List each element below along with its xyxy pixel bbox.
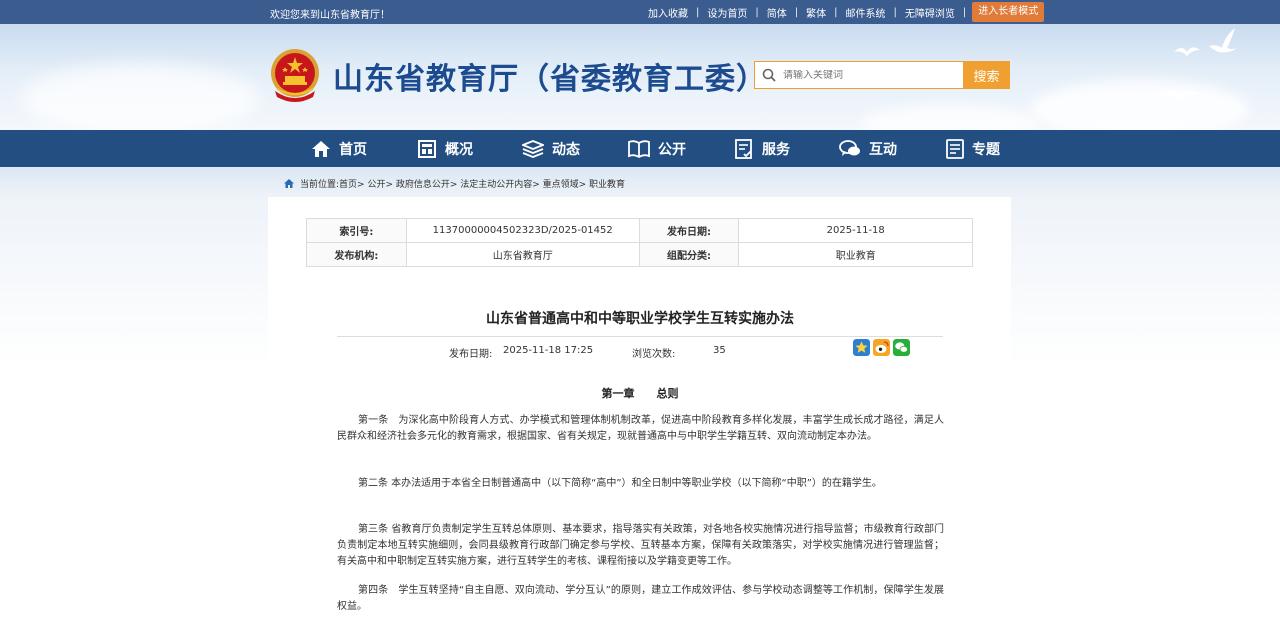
article-paragraph: 第一条 为深化高中阶段育人方式、办学模式和管理体制机制改革，促进高中阶段教育多样… <box>337 415 944 442</box>
nav-label: 动态 <box>552 141 580 158</box>
home-icon <box>284 179 294 188</box>
date-label: 发布日期: <box>638 218 740 243</box>
cloud-decoration <box>20 64 260 130</box>
chapter-heading: 第一章 总则 <box>601 387 679 400</box>
top-links: 加入收藏 | 设为首页 | 简体 | 繁体 | 邮件系统 | 无障碍浏览 | 进… <box>640 2 1045 22</box>
article-content: 索引号: 11370000004502323D/2025-01452 发布日期:… <box>269 197 1011 630</box>
nav-label: 概况 <box>445 141 473 158</box>
org-label: 发布机构: <box>306 242 407 267</box>
divider: | <box>893 6 897 18</box>
accessibility-link[interactable]: 无障碍浏览 <box>897 5 963 20</box>
dove-icon <box>1162 90 1200 102</box>
category-label: 组配分类: <box>638 242 740 267</box>
breadcrumb-path[interactable]: 首页> 公开> 政府信息公开> 法定主动公开内容> 重点领域> 职业教育 <box>339 177 625 190</box>
article-info: 发布日期: 2025-11-18 17:25 浏览次数: 35 <box>337 336 943 365</box>
national-emblem-icon[interactable] <box>269 47 321 103</box>
search-button[interactable]: 搜索 <box>963 61 1010 89</box>
news-icon <box>522 139 544 158</box>
meta-table: 索引号: 11370000004502323D/2025-01452 发布日期:… <box>306 218 973 267</box>
divider: | <box>962 6 967 18</box>
traditional-link[interactable]: 繁体 <box>798 5 834 20</box>
cloud-decoration <box>1030 79 1250 130</box>
table-row: 发布机构: 山东省教育厅 组配分类: 职业教育 <box>306 242 973 267</box>
side-background <box>0 197 268 367</box>
nav-item-topic[interactable]: 专题 <box>946 130 1000 167</box>
overview-icon <box>418 139 436 158</box>
index-value: 11370000004502323D/2025-01452 <box>405 218 640 243</box>
article-paragraph: 第三条 省教育厅负责制定学生互转总体原则、基本要求，指导落实有关政策，对各地各校… <box>337 524 944 567</box>
article-paragraph: 第四条 学生互转坚持“自主自愿、双向流动、学分互认”的原则，建立工作成效评估、参… <box>337 585 944 612</box>
nav-item-service[interactable]: 服务 <box>734 130 790 167</box>
nav-label: 互动 <box>869 141 897 158</box>
dove-icon <box>1174 47 1200 56</box>
favorite-share-icon[interactable] <box>853 339 870 356</box>
nav-label: 服务 <box>762 141 790 158</box>
index-label: 索引号: <box>306 218 407 243</box>
weibo-share-icon[interactable] <box>873 339 890 356</box>
set-homepage-link[interactable]: 设为首页 <box>699 5 755 20</box>
views-label: 浏览次数: <box>632 349 676 360</box>
category-value: 职业教育 <box>738 242 973 267</box>
book-icon <box>628 139 650 158</box>
top-bar: 欢迎您来到山东省教育厅！ 加入收藏 | 设为首页 | 简体 | 繁体 | 邮件系… <box>0 0 1280 24</box>
nav-label: 首页 <box>339 141 367 158</box>
nav-label: 专题 <box>972 141 1000 158</box>
article-paragraph: 第二条 本办法适用于本省全日制普通高中（以下简称“高中”）和全日制中等职业学校（… <box>358 478 882 489</box>
article-title: 山东省普通高中和中等职业学校学生互转实施办法 <box>486 311 794 327</box>
search-box <box>754 61 964 89</box>
add-favorite-link[interactable]: 加入收藏 <box>640 5 696 20</box>
views-value: 35 <box>713 345 726 356</box>
nav-item-overview[interactable]: 概况 <box>417 130 473 167</box>
breadcrumb-bar: 当前位置: 首页> 公开> 政府信息公开> 法定主动公开内容> 重点领域> 职业… <box>0 167 1280 197</box>
main-nav: 首页 概况 动态 公开 服务 互动 专题 <box>0 130 1280 167</box>
wechat-share-icon[interactable] <box>893 339 910 356</box>
divider: | <box>794 6 799 18</box>
simplified-link[interactable]: 简体 <box>759 5 795 20</box>
search-input[interactable] <box>783 69 953 81</box>
divider: | <box>696 6 700 18</box>
mail-system-link[interactable]: 邮件系统 <box>838 5 894 20</box>
divider: | <box>755 6 759 18</box>
nav-label: 公开 <box>658 141 686 158</box>
table-row: 索引号: 11370000004502323D/2025-01452 发布日期:… <box>306 218 973 243</box>
elder-mode-button[interactable]: 进入长者模式 <box>972 2 1045 22</box>
site-title[interactable]: 山东省教育厅（省委教育工委） <box>333 54 767 98</box>
nav-item-news[interactable]: 动态 <box>522 130 580 167</box>
publish-value: 2025-11-18 17:25 <box>503 345 594 356</box>
date-value: 2025-11-18 <box>738 218 973 243</box>
topic-icon <box>946 138 964 159</box>
dove-icon <box>1209 28 1237 53</box>
divider: | <box>834 6 838 18</box>
home-icon <box>312 140 330 157</box>
nav-item-home[interactable]: 首页 <box>311 130 367 167</box>
nav-item-public[interactable]: 公开 <box>628 130 686 167</box>
search-icon <box>755 62 783 88</box>
org-value: 山东省教育厅 <box>405 242 640 267</box>
publish-label: 发布日期: <box>449 349 493 360</box>
side-background <box>1011 197 1280 367</box>
service-icon <box>735 138 752 159</box>
header-banner: 山东省教育厅（省委教育工委） 搜索 <box>0 24 1280 130</box>
cloud-decoration <box>860 104 1040 130</box>
breadcrumb: 当前位置: 首页> 公开> 政府信息公开> 法定主动公开内容> 重点领域> 职业… <box>284 177 625 190</box>
breadcrumb-prefix: 当前位置: <box>300 180 340 190</box>
welcome-text: 欢迎您来到山东省教育厅！ <box>270 10 390 21</box>
chat-icon <box>839 139 860 156</box>
nav-item-interact[interactable]: 互动 <box>839 130 897 167</box>
